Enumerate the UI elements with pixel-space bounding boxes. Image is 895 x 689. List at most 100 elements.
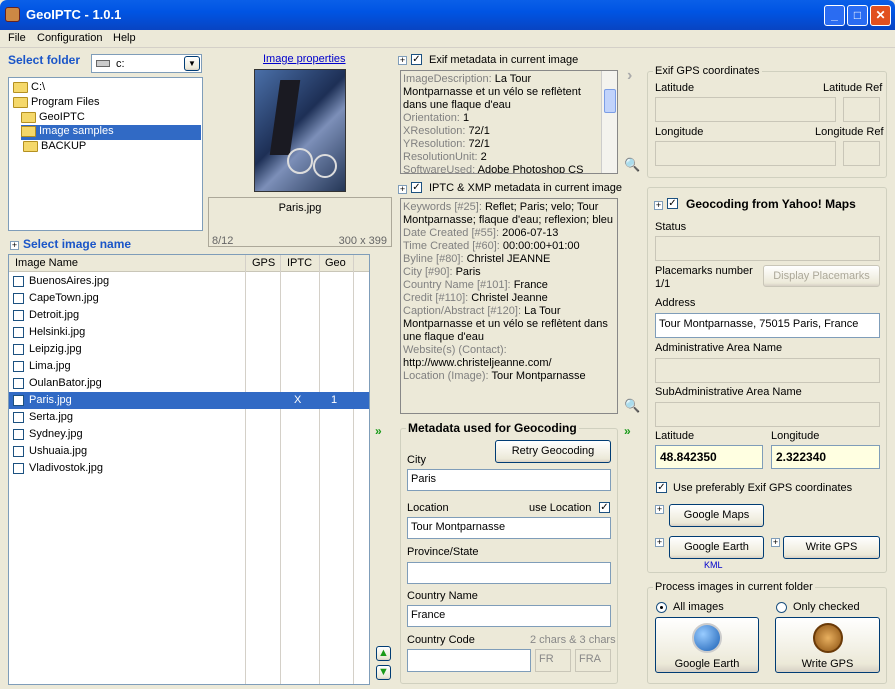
iptc-checkbox[interactable]: ✓ <box>411 182 422 193</box>
tree-item-backup[interactable]: BACKUP <box>23 140 86 155</box>
retry-geocoding-button[interactable]: Retry Geocoding <box>495 440 611 463</box>
maximize-button[interactable]: □ <box>847 5 868 26</box>
prefer-exif-checkbox[interactable]: ✓ <box>656 482 667 493</box>
row-checkbox[interactable] <box>13 361 24 372</box>
yahoo-checkbox[interactable]: ✓ <box>667 198 678 209</box>
table-row[interactable]: BuenosAires.jpg <box>9 273 369 290</box>
row-checkbox[interactable] <box>13 293 24 304</box>
row-checkbox[interactable] <box>13 276 24 287</box>
all-images-radio[interactable] <box>656 602 667 613</box>
table-row[interactable]: OulanBator.jpg <box>9 375 369 392</box>
table-row[interactable]: Ushuaia.jpg <box>9 443 369 460</box>
province-label: Province/State <box>407 546 479 558</box>
tree-item-program-files[interactable]: Program Files <box>13 96 99 111</box>
google-earth-button[interactable]: Google Earth <box>669 536 764 559</box>
expand-icon[interactable]: + <box>10 241 19 250</box>
location-input[interactable]: Tour Montparnasse <box>407 517 611 539</box>
table-row[interactable]: Lima.jpg <box>9 358 369 375</box>
table-row[interactable]: Serta.jpg <box>9 409 369 426</box>
use-location-checkbox[interactable]: ✓ <box>599 502 610 513</box>
admin-area-input[interactable] <box>655 358 880 383</box>
only-checked-radio[interactable] <box>776 602 787 613</box>
image-list[interactable]: Image Name GPS IPTC Geo BuenosAires.jpg C… <box>8 254 370 685</box>
country-input[interactable]: France <box>407 605 611 627</box>
arrow-up-icon[interactable]: ▲ <box>376 646 391 661</box>
exif-lat-ref-input[interactable] <box>843 97 880 122</box>
country-code-3-input[interactable]: FRA <box>575 649 611 672</box>
menu-configuration[interactable]: Configuration <box>37 32 102 44</box>
folder-tree[interactable]: C:\ Program Files GeoIPTC Image samples … <box>8 77 203 231</box>
scroll-thumb[interactable] <box>604 89 616 113</box>
metadata-value: 2 <box>480 151 487 163</box>
write-gps-button[interactable]: Write GPS <box>783 536 880 559</box>
expand-icon[interactable]: + <box>771 538 780 547</box>
row-checkbox[interactable] <box>13 310 24 321</box>
display-placemarks-button[interactable]: Display Placemarks <box>763 265 880 287</box>
row-checkbox[interactable] <box>13 344 24 355</box>
expand-icon[interactable]: + <box>654 201 663 210</box>
tree-item-geoiptc[interactable]: GeoIPTC <box>21 111 85 126</box>
table-row[interactable]: Detroit.jpg <box>9 307 369 324</box>
exif-lon-ref-input[interactable] <box>843 141 880 166</box>
expand-icon[interactable]: + <box>398 56 407 65</box>
col-image-name[interactable]: Image Name <box>15 257 78 269</box>
process-google-earth-button[interactable]: Google Earth <box>655 617 759 673</box>
province-input[interactable] <box>407 562 611 584</box>
row-checkbox[interactable] <box>13 412 24 423</box>
table-row[interactable]: Paris.jpg X 1 <box>9 392 369 409</box>
latitude-input[interactable]: 48.842350 <box>655 445 763 469</box>
magnifier-icon[interactable]: 🔍 <box>624 157 642 175</box>
row-checkbox[interactable] <box>13 395 24 406</box>
exif-lat-input[interactable] <box>655 97 836 122</box>
magnifier-icon[interactable]: 🔍 <box>624 398 642 416</box>
kml-link[interactable]: KML <box>704 560 723 570</box>
process-title: Process images in current folder <box>653 581 815 593</box>
exif-lon-ref-label: Longitude Ref <box>815 126 884 138</box>
expand-icon[interactable]: + <box>655 538 664 547</box>
table-row[interactable]: Sydney.jpg <box>9 426 369 443</box>
arrow-down-icon[interactable]: ▼ <box>376 665 391 680</box>
col-iptc[interactable]: IPTC <box>287 257 312 269</box>
minimize-button[interactable]: _ <box>824 5 845 26</box>
status-input[interactable] <box>655 236 880 261</box>
exif-lon-input[interactable] <box>655 141 836 166</box>
google-maps-button[interactable]: Google Maps <box>669 504 764 527</box>
row-checkbox[interactable] <box>13 429 24 440</box>
col-geo[interactable]: Geo <box>325 257 346 269</box>
row-checkbox[interactable] <box>13 463 24 474</box>
exif-box[interactable]: ImageDescription: La Tour Montparnasse e… <box>400 70 618 174</box>
chevron-right-icon[interactable]: › <box>627 67 632 85</box>
address-input[interactable]: Tour Montparnasse, 75015 Paris, France <box>655 313 880 338</box>
table-row[interactable]: Vladivostok.jpg <box>9 460 369 477</box>
image-properties-link[interactable]: Image properties <box>263 53 346 65</box>
drive-select[interactable]: c: ▼ <box>91 54 202 73</box>
row-checkbox[interactable] <box>13 378 24 389</box>
expand-icon[interactable]: + <box>398 185 407 194</box>
exif-scrollbar[interactable] <box>601 71 617 173</box>
tree-item-image-samples[interactable]: Image samples <box>21 125 201 140</box>
col-gps[interactable]: GPS <box>252 257 275 269</box>
metadata-key: Caption/Abstract [#120]: <box>403 305 522 317</box>
chevron-down-icon[interactable]: ▼ <box>184 56 200 71</box>
menu-help[interactable]: Help <box>113 32 136 44</box>
subadmin-area-input[interactable] <box>655 402 880 427</box>
green-arrows-icon[interactable]: » <box>375 424 382 438</box>
table-row[interactable]: Leipzig.jpg <box>9 341 369 358</box>
country-code-2-input[interactable]: FR <box>535 649 571 672</box>
iptc-box[interactable]: Keywords [#25]: Reflet; Paris; velo; Tou… <box>400 198 618 414</box>
row-checkbox[interactable] <box>13 327 24 338</box>
table-row[interactable]: Helsinki.jpg <box>9 324 369 341</box>
longitude-input[interactable]: 2.322340 <box>771 445 880 469</box>
process-write-gps-button[interactable]: Write GPS <box>775 617 880 673</box>
table-row[interactable]: CapeTown.jpg <box>9 290 369 307</box>
green-arrows-icon[interactable]: » <box>624 424 631 438</box>
row-checkbox[interactable] <box>13 446 24 457</box>
city-input[interactable]: Paris <box>407 469 611 491</box>
tower-shape <box>269 80 301 155</box>
menu-file[interactable]: File <box>8 32 26 44</box>
tree-item-root[interactable]: C:\ <box>13 81 45 96</box>
country-code-input[interactable] <box>407 649 531 672</box>
expand-icon[interactable]: + <box>655 505 664 514</box>
close-button[interactable]: ✕ <box>870 5 891 26</box>
exif-checkbox[interactable]: ✓ <box>411 54 422 65</box>
